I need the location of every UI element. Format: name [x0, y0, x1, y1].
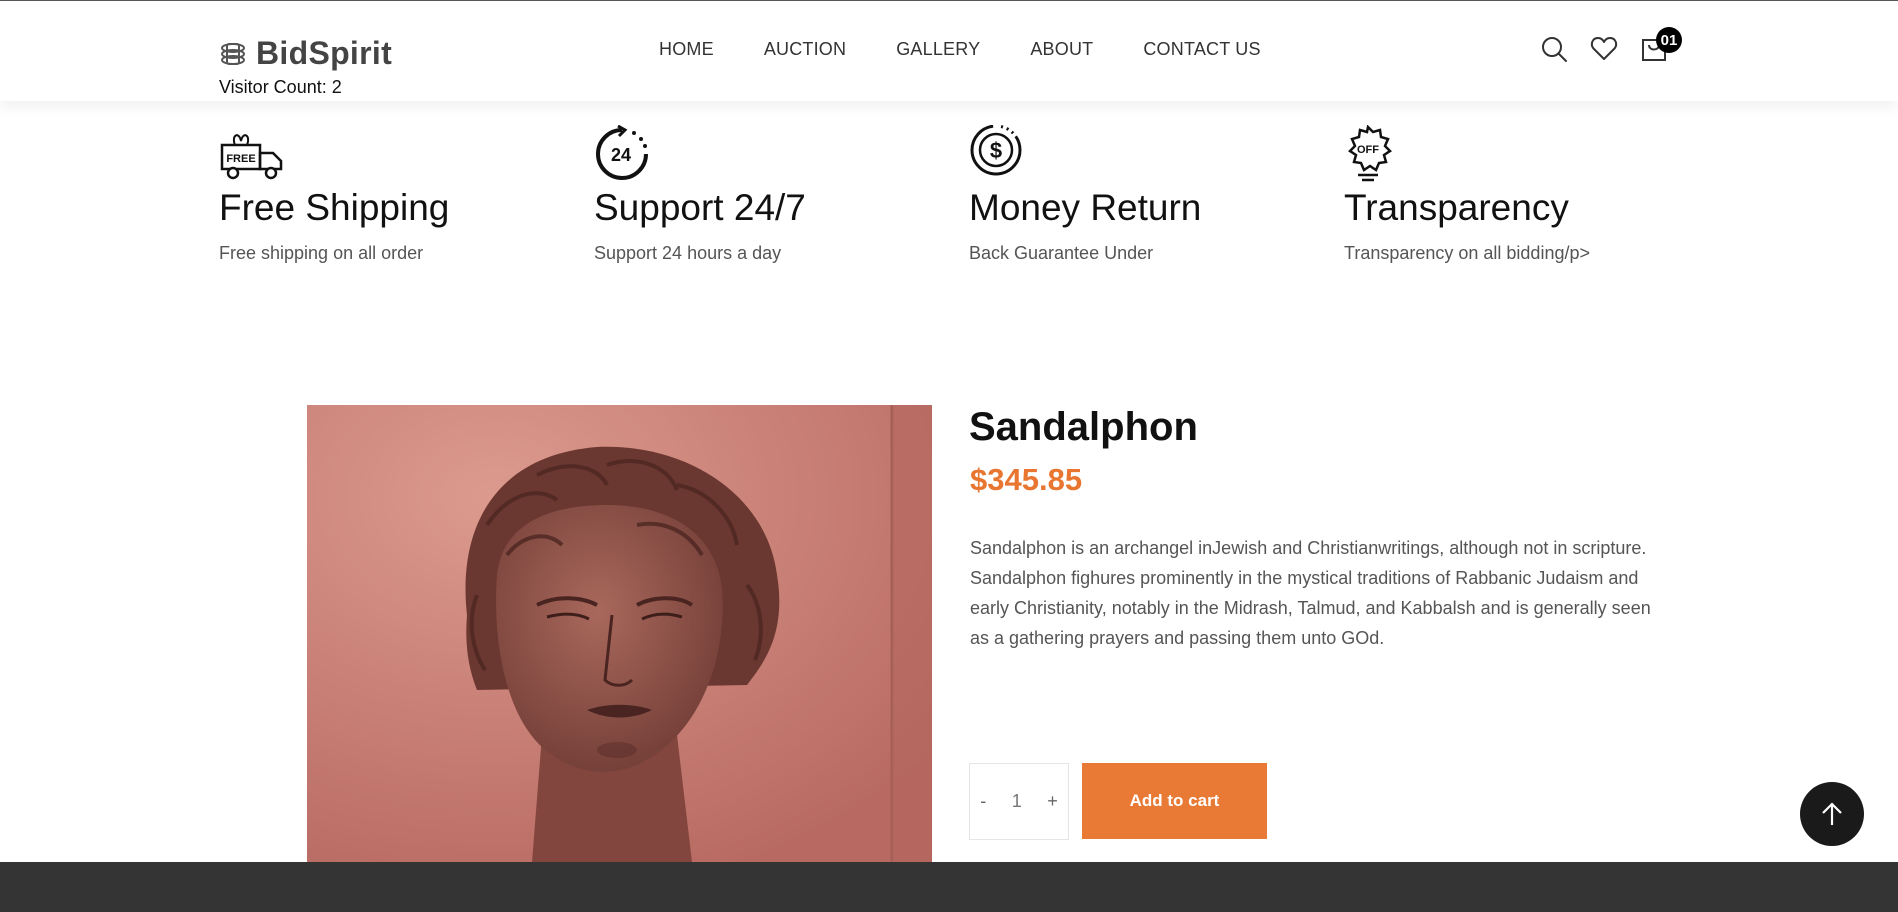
off-badge-icon: OFF: [1348, 125, 1392, 182]
logo-text: BidSpirit: [256, 35, 393, 71]
svg-text:$: $: [990, 138, 1002, 163]
product-name: Sandalphon: [969, 405, 1198, 449]
features-row: FREE Free Shipping Free shipping on all …: [0, 125, 1898, 275]
feature-transparency: OFF Transparency Transparency on all bid…: [1344, 125, 1590, 264]
feature-desc: Transparency on all bidding/p>: [1344, 243, 1590, 263]
svg-text:OFF: OFF: [1357, 144, 1379, 156]
product-price: $345.85: [970, 462, 1083, 497]
feature-desc: Support 24 hours a day: [594, 243, 782, 263]
feature-title: Support 24/7: [594, 187, 806, 228]
logo[interactable]: BidSpirit: [218, 35, 392, 72]
svg-text:FREE: FREE: [226, 153, 255, 165]
site-header: BidSpirit Visitor Count: 2 HOME AUCTION …: [0, 0, 1898, 101]
scroll-to-top-button[interactable]: [1800, 782, 1864, 846]
main-nav: HOME AUCTION GALLERY ABOUT CONTACT US: [659, 39, 1261, 60]
support-24-icon: 24: [596, 125, 648, 180]
sculpture-bust-image: [307, 405, 932, 862]
quantity-input[interactable]: [1006, 791, 1027, 812]
wishlist-heart-icon[interactable]: [1590, 35, 1618, 63]
add-to-cart-button[interactable]: Add to cart: [1082, 763, 1267, 839]
arrow-up-icon: [1822, 802, 1842, 825]
header-tools: 01: [1540, 27, 1682, 63]
logo-icon: [221, 42, 245, 65]
page: BidSpirit Visitor Count: 2 HOME AUCTION …: [0, 0, 1898, 912]
feature-support: 24 Support 24/7 Support 24 hours a day: [594, 125, 806, 264]
feature-desc: Back Guarantee Under: [969, 243, 1154, 263]
cart-count-badge: 01: [1656, 27, 1682, 53]
product-description: Sandalphon is an archangel inJewish and …: [970, 538, 1651, 648]
qty-increase-button[interactable]: +: [1047, 791, 1058, 812]
feature-title: Money Return: [969, 187, 1202, 228]
feature-desc: Free shipping on all order: [219, 243, 424, 263]
feature-free-shipping: FREE Free Shipping Free shipping on all …: [219, 125, 449, 264]
cart-button[interactable]: 01: [1640, 27, 1682, 63]
nav-home[interactable]: HOME: [659, 39, 714, 60]
feature-title: Free Shipping: [219, 187, 450, 228]
nav-about[interactable]: ABOUT: [1030, 39, 1093, 60]
footer-bar: [0, 862, 1898, 912]
quantity-stepper: - +: [969, 763, 1069, 840]
feature-money-return: $ Money Return Back Guarantee Under: [969, 125, 1201, 264]
visitor-count: Visitor Count: 2: [219, 77, 342, 97]
nav-contact-us[interactable]: CONTACT US: [1143, 39, 1260, 60]
nav-auction[interactable]: AUCTION: [764, 39, 846, 60]
free-truck-icon: FREE: [220, 134, 283, 180]
product-image: [307, 405, 932, 862]
feature-title: Transparency: [1344, 187, 1569, 228]
qty-decrease-button[interactable]: -: [980, 791, 986, 812]
svg-text:24: 24: [611, 145, 631, 165]
money-return-icon: $: [970, 125, 1022, 176]
nav-gallery[interactable]: GALLERY: [896, 39, 980, 60]
search-icon[interactable]: [1540, 35, 1568, 63]
